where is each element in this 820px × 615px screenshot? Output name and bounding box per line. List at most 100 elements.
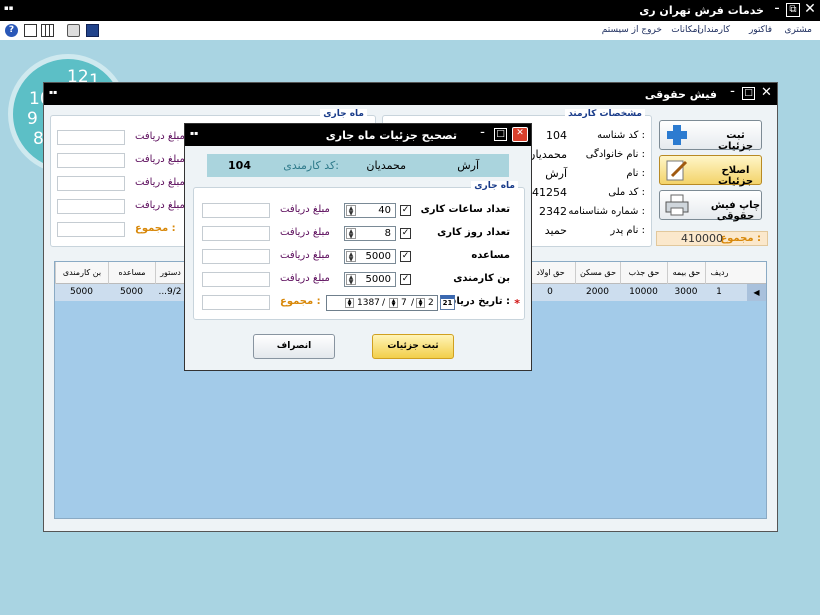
- amount-field[interactable]: [57, 199, 125, 214]
- employee-coupon-checkbox[interactable]: ✓: [400, 274, 411, 285]
- father-name-value: حمید: [544, 224, 567, 237]
- id-number-label: شماره شناسنامه :: [568, 206, 645, 217]
- save-details-button[interactable]: ثبت جزئیات: [372, 334, 454, 359]
- menu-exit[interactable]: خروج از سیستم: [602, 25, 662, 35]
- amount-label: مبلغ دریافت: [135, 154, 185, 165]
- menu-invoice[interactable]: فاکتور: [749, 25, 772, 35]
- row-pointer-icon: ◀: [747, 284, 766, 301]
- employee-id-label: کد شناسه :: [597, 130, 645, 141]
- date-spin-icon[interactable]: ▲ ▼: [416, 298, 425, 308]
- date-spin-icon[interactable]: ▲ ▼: [389, 298, 398, 308]
- grid-cell[interactable]: 5000: [55, 284, 108, 301]
- amount-label: مبلغ دریافت: [135, 177, 185, 188]
- total-value: 410000: [681, 232, 723, 245]
- amount-label: مبلغ دریافت: [280, 250, 330, 261]
- minimize-button[interactable]: –: [726, 87, 739, 100]
- amount-field[interactable]: [57, 153, 125, 168]
- grid-header-cell[interactable]: دستور: [155, 262, 185, 284]
- app-title: خدمات فرش تهران ری: [639, 4, 764, 17]
- spin-arrows-icon[interactable]: ▲ ▼: [346, 228, 356, 240]
- dialog-code-label: کد کارمندی:: [283, 159, 339, 172]
- close-button[interactable]: ✕: [512, 127, 528, 142]
- employee-info-legend: مشخصات کارمند: [565, 109, 645, 119]
- app-icon: ▪▪: [4, 4, 14, 12]
- total-field: [57, 222, 125, 237]
- maximize-button[interactable]: □: [494, 128, 507, 141]
- grid-cell[interactable]: 5000: [108, 284, 155, 301]
- total-field: [202, 295, 270, 310]
- date-spin-icon[interactable]: ▲ ▼: [345, 298, 354, 308]
- amount-field[interactable]: [202, 272, 270, 287]
- date-picker[interactable]: ▲ ▼ 1387 / ▲ ▼ 7 / ▲ ▼ 2: [326, 295, 438, 311]
- employee-coupon-stepper[interactable]: ▲ ▼ 5000: [344, 272, 396, 287]
- employee-summary-bar: آرش محمدیان کد کارمندی: 104: [207, 154, 509, 177]
- work-hours-stepper[interactable]: ▲ ▼ 40: [344, 203, 396, 218]
- save-details-button[interactable]: ثبت جزئیات: [659, 120, 762, 152]
- amount-field[interactable]: [202, 226, 270, 241]
- date-year[interactable]: 1387: [357, 296, 380, 310]
- spin-arrows-icon[interactable]: ▲ ▼: [346, 205, 356, 217]
- minimize-button[interactable]: –: [476, 128, 489, 141]
- dialog-code-value: 104: [228, 159, 251, 172]
- grid-header-cell[interactable]: بن کارمندی: [55, 262, 108, 284]
- restore-button[interactable]: ⧉: [786, 3, 800, 17]
- month-total-label: مجموع :: [135, 223, 176, 234]
- spin-arrows-icon[interactable]: ▲ ▼: [346, 274, 356, 286]
- employee-coupon-label: بن کارمندی: [453, 273, 510, 284]
- grid-cell[interactable]: 0: [525, 284, 575, 301]
- work-hours-label: تعداد ساعات کاری: [420, 204, 510, 215]
- work-hours-checkbox[interactable]: ✓: [400, 205, 411, 216]
- grid-cell[interactable]: 10000: [620, 284, 667, 301]
- grid-cell[interactable]: ...9/2: [155, 284, 185, 301]
- work-days-stepper[interactable]: ▲ ▼ 8: [344, 226, 396, 241]
- menu-employees[interactable]: کارمندان: [697, 25, 730, 35]
- last-name-label: نام خانوادگی :: [585, 149, 645, 160]
- calendar-icon[interactable]: 21: [440, 295, 455, 310]
- work-days-checkbox[interactable]: ✓: [400, 228, 411, 239]
- printer-icon: [665, 194, 689, 216]
- advance-label: مساعده: [471, 250, 510, 261]
- grid-header-cell[interactable]: مساعده: [108, 262, 155, 284]
- maximize-button[interactable]: □: [742, 87, 755, 100]
- document-icon[interactable]: [24, 24, 37, 37]
- menu-customer[interactable]: مشتری: [784, 25, 812, 35]
- grid-icon[interactable]: [41, 24, 54, 37]
- minimize-button[interactable]: –: [770, 3, 784, 17]
- save-icon[interactable]: [86, 24, 99, 37]
- date-day[interactable]: 2: [428, 296, 434, 310]
- grid-cell[interactable]: 3000: [667, 284, 705, 301]
- help-icon[interactable]: ?: [5, 24, 18, 37]
- amount-field[interactable]: [57, 130, 125, 145]
- grid-header-cell[interactable]: ردیف: [705, 262, 733, 284]
- grid-cell[interactable]: 1: [705, 284, 733, 301]
- menu-options[interactable]: امکانات: [671, 25, 700, 35]
- close-button[interactable]: ✕: [760, 86, 773, 100]
- cancel-button[interactable]: انصراف: [253, 334, 335, 359]
- amount-label: مبلغ دریافت: [280, 273, 330, 284]
- amount-field[interactable]: [202, 249, 270, 264]
- grid-header-cell[interactable]: حق اولاد: [525, 262, 575, 284]
- grid-cell[interactable]: 2000: [575, 284, 620, 301]
- advance-stepper[interactable]: ▲ ▼ 5000: [344, 249, 396, 264]
- date-month[interactable]: 7: [401, 296, 407, 310]
- menu-bar: مشتری فاکتور کارمندان امکانات خروج از سی…: [0, 21, 820, 40]
- amount-label: مبلغ دریافت: [135, 131, 185, 142]
- spin-arrows-icon[interactable]: ▲ ▼: [346, 251, 356, 263]
- dialog-month-group: ماه جاری تعداد ساعات کاری ✓ ▲ ▼ 40 مبلغ در…: [193, 181, 525, 320]
- print-payslip-button[interactable]: چاپ فیش حقوقی: [659, 190, 762, 222]
- required-star: *: [514, 297, 520, 310]
- close-button[interactable]: ✕: [803, 2, 817, 17]
- amount-field[interactable]: [202, 203, 270, 218]
- grid-header-cell[interactable]: حق بیمه: [667, 262, 705, 284]
- edit-details-button[interactable]: اصلاح جزئیات: [659, 155, 762, 187]
- dialog-first-name: آرش: [457, 159, 479, 172]
- app-title-bar: ▪▪ خدمات فرش تهران ری – ⧉ ✕: [0, 0, 820, 21]
- print-icon[interactable]: [67, 24, 80, 37]
- grid-header-cell[interactable]: حق جذب: [620, 262, 667, 284]
- edit-icon: [666, 160, 688, 181]
- amount-field[interactable]: [57, 176, 125, 191]
- advance-checkbox[interactable]: ✓: [400, 251, 411, 262]
- national-code-label: کد ملی :: [608, 187, 645, 198]
- edit-details-dialog: ▪▪ تصحیح جزئیات ماه جاری – □ ✕ آرش محمدی…: [184, 123, 532, 371]
- grid-header-cell[interactable]: حق مسکن: [575, 262, 620, 284]
